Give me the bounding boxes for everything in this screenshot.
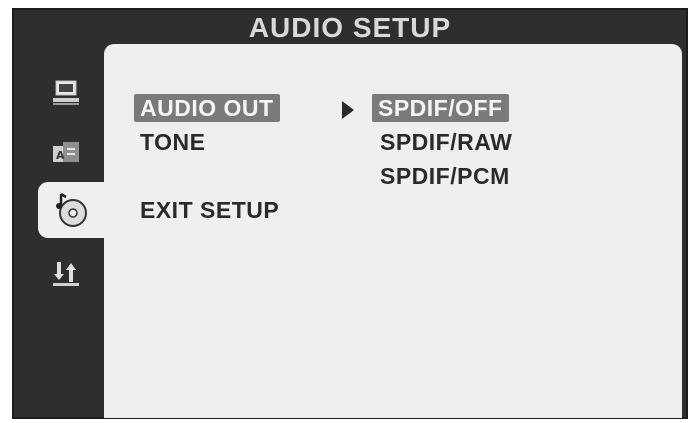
svg-text:A: A	[56, 149, 65, 162]
audio-disc-icon	[56, 192, 87, 227]
menu-item-tone[interactable]: TONE	[134, 128, 211, 156]
preferences-icon	[53, 262, 79, 286]
setup-menu-frame: AUDIO SETUP A AUDIO OUT TONE EXIT SETUP …	[12, 8, 688, 419]
option-spdif-off[interactable]: SPDIF/OFF	[372, 94, 509, 122]
menu-item-audio-out[interactable]: AUDIO OUT	[134, 94, 280, 122]
submenu-arrow-icon	[342, 101, 354, 119]
settings-panel: AUDIO OUT TONE EXIT SETUP SPDIF/OFF SPDI…	[104, 44, 682, 418]
tab-audio[interactable]	[38, 182, 104, 238]
monitor-icon	[53, 80, 79, 105]
tab-preferences[interactable]	[38, 248, 94, 298]
menu-item-exit-setup[interactable]: EXIT SETUP	[134, 196, 285, 224]
tab-system[interactable]	[38, 68, 94, 118]
language-icon: A	[53, 142, 79, 162]
option-spdif-pcm[interactable]: SPDIF/PCM	[374, 162, 516, 190]
option-spdif-raw[interactable]: SPDIF/RAW	[374, 128, 518, 156]
page-title: AUDIO SETUP	[248, 12, 452, 43]
tab-language[interactable]: A	[38, 128, 94, 178]
